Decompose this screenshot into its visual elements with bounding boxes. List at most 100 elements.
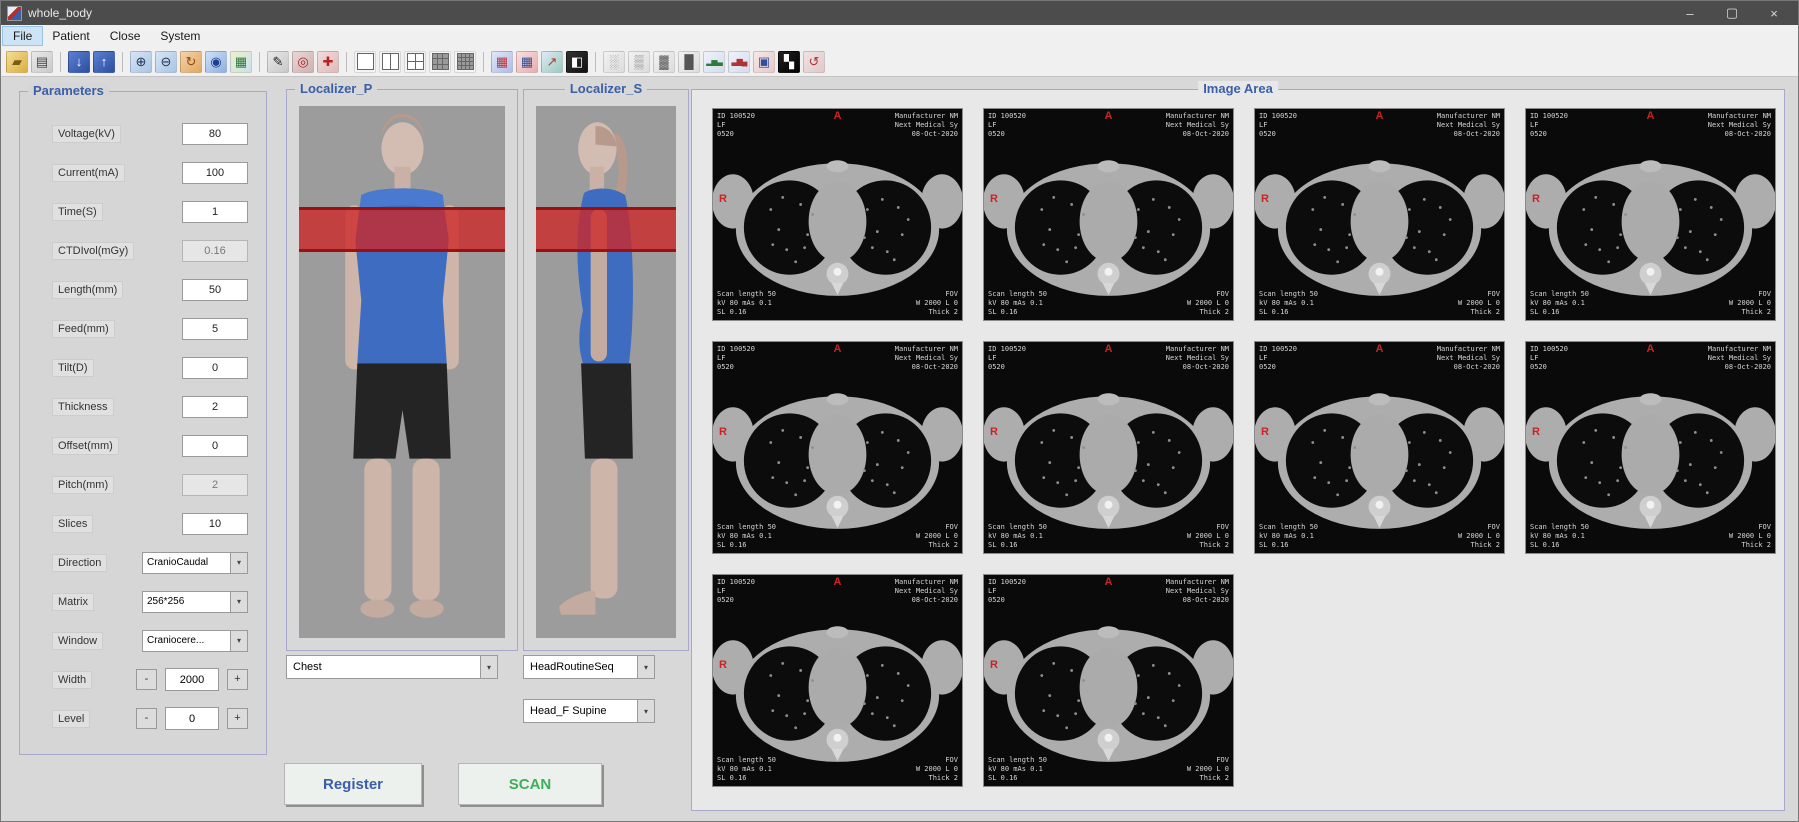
- param-row-thickness: Thickness: [20, 387, 266, 426]
- chevron-down-icon: ▾: [230, 592, 247, 612]
- param-row-time: Time(S): [20, 192, 266, 231]
- localizer-s-title: Localizer_S: [565, 81, 647, 96]
- ct-slice-svg: [1526, 109, 1775, 320]
- ct-tile[interactable]: ID 100520LF0520Manufacturer NMNext Medic…: [712, 108, 963, 321]
- layout-4x4-icon[interactable]: [454, 51, 476, 73]
- matrix-select[interactable]: 256*256▾: [142, 591, 248, 613]
- image-arrow-icon[interactable]: ↗: [541, 51, 563, 73]
- menu-close[interactable]: Close: [100, 27, 151, 45]
- ct-slice-svg: [1255, 109, 1504, 320]
- param-row-width: Width-2000+: [20, 660, 266, 699]
- register-button[interactable]: Register: [284, 763, 422, 805]
- open-folder-icon[interactable]: ▰: [6, 51, 28, 73]
- orientation-r-marker: R: [719, 426, 727, 438]
- window-preset-3-icon[interactable]: ▓: [653, 51, 675, 73]
- tile-overlay-top-right: Manufacturer NMNext Medical Sy08-Oct-202…: [1437, 345, 1500, 372]
- layout-2x2-icon[interactable]: [404, 51, 426, 73]
- overlay-grid-red-icon[interactable]: ▦: [491, 51, 513, 73]
- histogram-icon[interactable]: ▂▅▃: [703, 51, 725, 73]
- pitch-input[interactable]: [182, 474, 248, 496]
- ct-tile[interactable]: ID 100520LF0520Manufacturer NMNext Medic…: [1525, 341, 1776, 554]
- ct-tile[interactable]: ID 100520LF0520Manufacturer NMNext Medic…: [712, 341, 963, 554]
- histogram-color-icon[interactable]: ▃▆▄: [728, 51, 750, 73]
- param-label-voltage: Voltage(kV): [52, 125, 121, 143]
- window-preset-4-icon[interactable]: █: [678, 51, 700, 73]
- level-increment-button[interactable]: +: [227, 708, 248, 729]
- ct-slice-svg: [1255, 342, 1504, 553]
- slices-input[interactable]: [182, 513, 248, 535]
- ct-slice-svg: [984, 109, 1233, 320]
- tile-overlay-bottom-right: FOVW 2000 L 0Thick 2: [916, 290, 958, 317]
- checker-icon[interactable]: ▚: [778, 51, 800, 73]
- sphere-3d-icon[interactable]: ◉: [205, 51, 227, 73]
- offset-input[interactable]: [182, 435, 248, 457]
- level-value[interactable]: 0: [165, 707, 219, 730]
- voltage-input[interactable]: [182, 123, 248, 145]
- localizer-p-panel: Localizer_P: [286, 89, 518, 651]
- scan-range-band-side[interactable]: [536, 207, 676, 252]
- tilt-input[interactable]: [182, 357, 248, 379]
- width-decrement-button[interactable]: -: [136, 669, 157, 690]
- scan-button[interactable]: SCAN: [458, 763, 602, 805]
- close-button[interactable]: ×: [1756, 6, 1792, 21]
- feed-input[interactable]: [182, 318, 248, 340]
- image-export-icon[interactable]: ▣: [753, 51, 775, 73]
- direction-select[interactable]: CranioCaudal▾: [142, 552, 248, 574]
- length-input[interactable]: [182, 279, 248, 301]
- menu-patient[interactable]: Patient: [42, 27, 99, 45]
- current-input[interactable]: [182, 162, 248, 184]
- invert-icon[interactable]: ◧: [566, 51, 588, 73]
- ct-tile[interactable]: ID 100520LF0520Manufacturer NMNext Medic…: [1525, 108, 1776, 321]
- tile-overlay-top-left: ID 100520LF0520: [717, 345, 755, 372]
- front-figure-svg: [299, 106, 505, 638]
- param-label-direction: Direction: [52, 554, 107, 572]
- localizer-p-view[interactable]: [299, 106, 505, 638]
- zoom-out-icon[interactable]: ⊖: [155, 51, 177, 73]
- side-figure-svg: [536, 106, 676, 638]
- palette-icon[interactable]: ▦: [230, 51, 252, 73]
- zoom-in-icon[interactable]: ⊕: [130, 51, 152, 73]
- tile-overlay-top-left: ID 100520LF0520: [717, 578, 755, 605]
- maximize-button[interactable]: ▢: [1714, 5, 1750, 21]
- pan-move-icon[interactable]: ✚: [317, 51, 339, 73]
- level-decrement-button[interactable]: -: [136, 708, 157, 729]
- find-icon[interactable]: ◎: [292, 51, 314, 73]
- reset-icon[interactable]: ↺: [803, 51, 825, 73]
- position-select[interactable]: Head_F Supine ▾: [523, 699, 655, 723]
- thickness-input[interactable]: [182, 396, 248, 418]
- bodypart-select[interactable]: Chest ▾: [286, 655, 498, 679]
- annotate-pen-icon[interactable]: ✎: [267, 51, 289, 73]
- scan-range-band[interactable]: [299, 207, 505, 252]
- ct-tile[interactable]: ID 100520LF0520Manufacturer NMNext Medic…: [983, 108, 1234, 321]
- orientation-r-marker: R: [990, 193, 998, 205]
- ct-tile[interactable]: ID 100520LF0520Manufacturer NMNext Medic…: [712, 574, 963, 787]
- import-patient-icon[interactable]: ↓: [68, 51, 90, 73]
- window-preset-1-icon[interactable]: ░: [603, 51, 625, 73]
- layout-1x1-icon[interactable]: [354, 51, 376, 73]
- ctdivol-input[interactable]: [182, 240, 248, 262]
- print-icon[interactable]: ▤: [31, 51, 53, 73]
- ct-tile[interactable]: ID 100520LF0520Manufacturer NMNext Medic…: [1254, 108, 1505, 321]
- localizer-s-view[interactable]: [536, 106, 676, 638]
- toolbar-separator: [259, 52, 260, 72]
- width-value[interactable]: 2000: [165, 668, 219, 691]
- rotate-icon[interactable]: ↻: [180, 51, 202, 73]
- layout-1x2-icon[interactable]: [379, 51, 401, 73]
- time-input[interactable]: [182, 201, 248, 223]
- minimize-button[interactable]: –: [1672, 6, 1708, 21]
- tile-overlay-bottom-right: FOVW 2000 L 0Thick 2: [1458, 523, 1500, 550]
- overlay-grid-blue-icon[interactable]: ▦: [516, 51, 538, 73]
- window-select[interactable]: Craniocere...▾: [142, 630, 248, 652]
- menu-file[interactable]: File: [3, 27, 42, 45]
- tile-overlay-top-left: ID 100520LF0520: [1530, 345, 1568, 372]
- ct-slice-svg: [713, 575, 962, 786]
- menu-system[interactable]: System: [150, 27, 210, 45]
- ct-tile[interactable]: ID 100520LF0520Manufacturer NMNext Medic…: [983, 574, 1234, 787]
- width-increment-button[interactable]: +: [227, 669, 248, 690]
- sequence-select[interactable]: HeadRoutineSeq ▾: [523, 655, 655, 679]
- export-patient-icon[interactable]: ↑: [93, 51, 115, 73]
- window-preset-2-icon[interactable]: ▒: [628, 51, 650, 73]
- layout-3x3-icon[interactable]: [429, 51, 451, 73]
- ct-tile[interactable]: ID 100520LF0520Manufacturer NMNext Medic…: [1254, 341, 1505, 554]
- ct-tile[interactable]: ID 100520LF0520Manufacturer NMNext Medic…: [983, 341, 1234, 554]
